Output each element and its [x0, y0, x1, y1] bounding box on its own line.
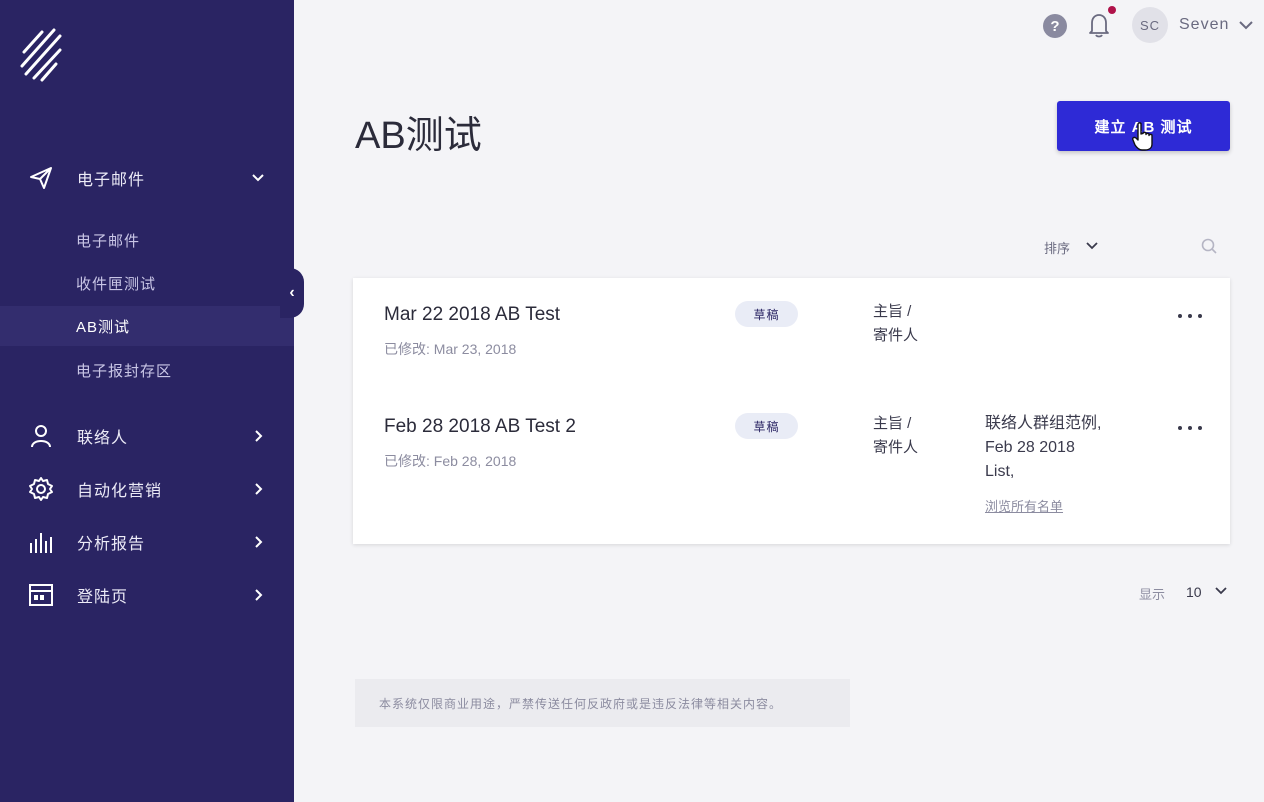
test-type-line: 寄件人: [873, 439, 919, 456]
chevron-right-icon: [255, 536, 263, 548]
page-title: AB测试: [355, 115, 482, 157]
footer-disclaimer: 本系统仅限商业用途，严禁传送任何反政府或是违反法律等相关内容。: [355, 679, 850, 727]
nav-reports[interactable]: 分析报告: [0, 520, 294, 564]
bell-icon[interactable]: [1087, 12, 1111, 38]
test-recipient-list: 联络人群组范例, Feb 28 2018 List,: [985, 412, 1125, 484]
subnav-inbox-test-label: 收件匣测试: [76, 275, 157, 293]
chevron-down-icon[interactable]: [1238, 18, 1254, 32]
avatar[interactable]: SC: [1132, 7, 1168, 43]
hand-cursor-icon: [1132, 122, 1153, 151]
nav-email[interactable]: 电子邮件: [0, 156, 294, 200]
chevron-right-icon: [255, 483, 263, 495]
search-icon[interactable]: [1200, 237, 1218, 255]
test-type: 主旨 / 寄件人: [873, 300, 918, 348]
nav-automation[interactable]: 自动化营销: [0, 467, 294, 511]
subnav-email-label: 电子邮件: [76, 232, 141, 250]
subnav-email[interactable]: 电子邮件: [0, 220, 294, 260]
help-icon[interactable]: ?: [1043, 14, 1067, 38]
status-badge: 草稿: [735, 413, 798, 439]
test-name[interactable]: Feb 28 2018 AB Test 2: [384, 416, 576, 438]
nav-automation-label: 自动化营销: [77, 483, 163, 500]
subnav-newsletter-archive-label: 电子报封存区: [76, 362, 173, 380]
username[interactable]: Seven: [1179, 16, 1229, 34]
nav-reports-label: 分析报告: [77, 536, 146, 553]
notification-dot: [1108, 6, 1116, 14]
subnav-ab-test-label: AB测试: [76, 318, 131, 336]
test-type-line: 主旨 /: [873, 303, 912, 320]
status-badge: 草稿: [735, 301, 798, 327]
nav-contacts-label: 联络人: [77, 430, 129, 447]
view-all-lists-link[interactable]: 浏览所有名单: [985, 496, 1063, 515]
nav-email-label: 电子邮件: [77, 172, 146, 189]
chevron-right-icon: [255, 589, 263, 601]
more-options-icon[interactable]: [1178, 420, 1202, 436]
test-name[interactable]: Mar 22 2018 AB Test: [384, 304, 560, 326]
layout-icon: [27, 581, 55, 609]
test-modified-date: 已修改: Feb 28, 2018: [384, 453, 517, 469]
list-item: Feb 28 2018: [985, 439, 1075, 456]
test-type-line: 寄件人: [873, 327, 919, 344]
gear-icon: [27, 475, 55, 503]
ab-test-list: Mar 22 2018 AB Test 已修改: Mar 23, 2018 草稿…: [353, 278, 1230, 544]
more-options-icon[interactable]: [1178, 308, 1202, 324]
test-type: 主旨 / 寄件人: [873, 412, 918, 460]
nav-landing-pages-label: 登陆页: [77, 589, 129, 606]
chevron-down-icon[interactable]: [1085, 240, 1099, 252]
table-row[interactable]: Mar 22 2018 AB Test 已修改: Mar 23, 2018 草稿…: [353, 278, 1230, 390]
nav-contacts[interactable]: 联络人: [0, 414, 294, 458]
test-modified-date: 已修改: Mar 23, 2018: [384, 341, 517, 357]
subnav-inbox-test[interactable]: 收件匣测试: [0, 263, 294, 303]
page-size-select[interactable]: 10: [1186, 584, 1202, 600]
test-type-line: 主旨 /: [873, 415, 912, 432]
sort-dropdown[interactable]: 排序: [1044, 238, 1070, 257]
brand-logo[interactable]: [18, 24, 66, 84]
nav-landing-pages[interactable]: 登陆页: [0, 573, 294, 617]
chevron-down-icon[interactable]: [1214, 585, 1228, 597]
list-item: 联络人群组范例,: [985, 415, 1102, 432]
subnav-newsletter-archive[interactable]: 电子报封存区: [0, 350, 294, 390]
table-row[interactable]: Feb 28 2018 AB Test 2 已修改: Feb 28, 2018 …: [353, 390, 1230, 544]
subnav-ab-test[interactable]: AB测试: [0, 306, 294, 346]
chevron-right-icon: [255, 430, 263, 442]
sidebar-collapse-button[interactable]: ‹: [280, 268, 304, 318]
user-icon: [27, 422, 55, 450]
paper-plane-icon: [27, 164, 55, 192]
bar-chart-icon: [27, 528, 55, 556]
page-size-label: 显示: [1139, 587, 1166, 602]
sidebar: 电子邮件 电子邮件 收件匣测试 AB测试 电子报封存区 联络人 自动化营销 分析…: [0, 0, 294, 802]
chevron-down-icon: [252, 174, 264, 182]
list-item: List,: [985, 463, 1015, 480]
